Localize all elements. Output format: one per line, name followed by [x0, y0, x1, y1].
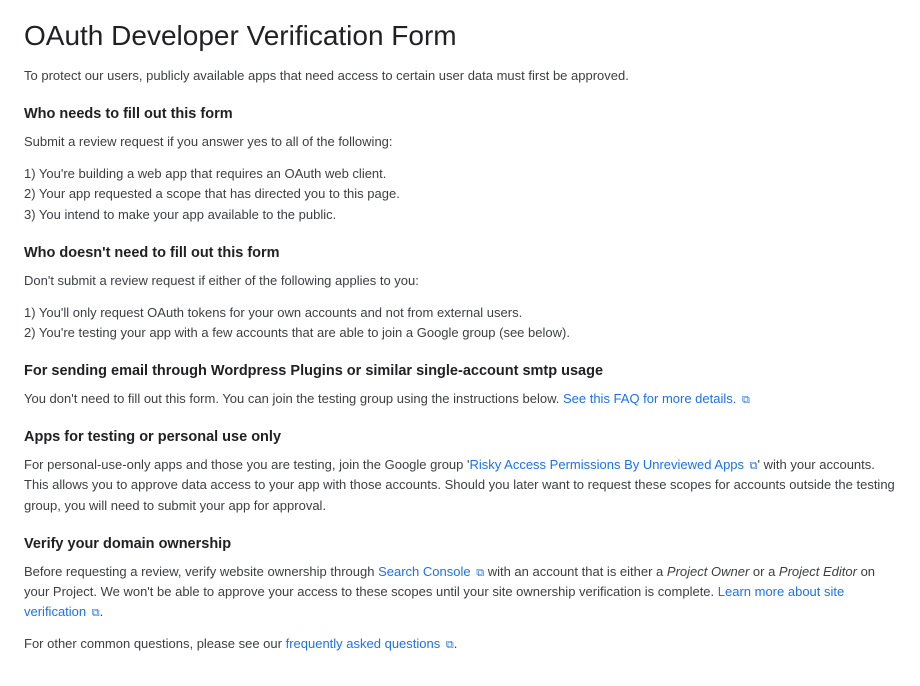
verify-paragraph: Before requesting a review, verify websi… — [24, 562, 896, 622]
who-needs-list: 1) You're building a web app that requir… — [24, 164, 896, 224]
external-link-icon: ⧉ — [742, 392, 750, 409]
project-owner-label: Project Owner — [667, 564, 749, 579]
heading-verify: Verify your domain ownership — [24, 536, 896, 552]
verify-period: . — [100, 604, 104, 619]
testing-paragraph: For personal-use-only apps and those you… — [24, 455, 896, 515]
verify-text-or: or a — [749, 564, 779, 579]
page-title: OAuth Developer Verification Form — [24, 20, 896, 52]
list-item: 1) You'll only request OAuth tokens for … — [24, 303, 896, 323]
list-item: 3) You intend to make your app available… — [24, 205, 896, 225]
verify-text-middle1: with an account that is either a — [484, 564, 667, 579]
heading-testing: Apps for testing or personal use only — [24, 429, 896, 445]
verify-text-before: Before requesting a review, verify websi… — [24, 564, 378, 579]
intro-text: To protect our users, publicly available… — [24, 66, 896, 86]
testing-text-before: For personal-use-only apps and those you… — [24, 457, 469, 472]
list-item: 2) Your app requested a scope that has d… — [24, 184, 896, 204]
external-link-icon: ⧉ — [476, 565, 484, 582]
faq-link[interactable]: frequently asked questions ⧉ — [286, 636, 454, 651]
faq-text-before: For other common questions, please see o… — [24, 636, 286, 651]
search-console-link[interactable]: Search Console ⧉ — [378, 564, 484, 579]
faq-link-smtp[interactable]: See this FAQ for more details. ⧉ — [563, 391, 750, 406]
smtp-text: You don't need to fill out this form. Yo… — [24, 391, 563, 406]
heading-smtp: For sending email through Wordpress Plug… — [24, 363, 896, 379]
smtp-paragraph: You don't need to fill out this form. Yo… — [24, 389, 896, 409]
external-link-icon: ⧉ — [750, 458, 758, 475]
list-item: 2) You're testing your app with a few ac… — [24, 323, 896, 343]
who-needs-lead: Submit a review request if you answer ye… — [24, 132, 896, 152]
heading-who-needs: Who needs to fill out this form — [24, 106, 896, 122]
faq-period: . — [454, 636, 458, 651]
external-link-icon: ⧉ — [446, 637, 454, 654]
risky-access-link[interactable]: Risky Access Permissions By Unreviewed A… — [469, 457, 757, 472]
list-item: 1) You're building a web app that requir… — [24, 164, 896, 184]
faq-paragraph: For other common questions, please see o… — [24, 634, 896, 654]
project-editor-label: Project Editor — [779, 564, 857, 579]
who-not-list: 1) You'll only request OAuth tokens for … — [24, 303, 896, 343]
heading-who-not: Who doesn't need to fill out this form — [24, 245, 896, 261]
external-link-icon: ⧉ — [92, 605, 100, 622]
who-not-lead: Don't submit a review request if either … — [24, 271, 896, 291]
